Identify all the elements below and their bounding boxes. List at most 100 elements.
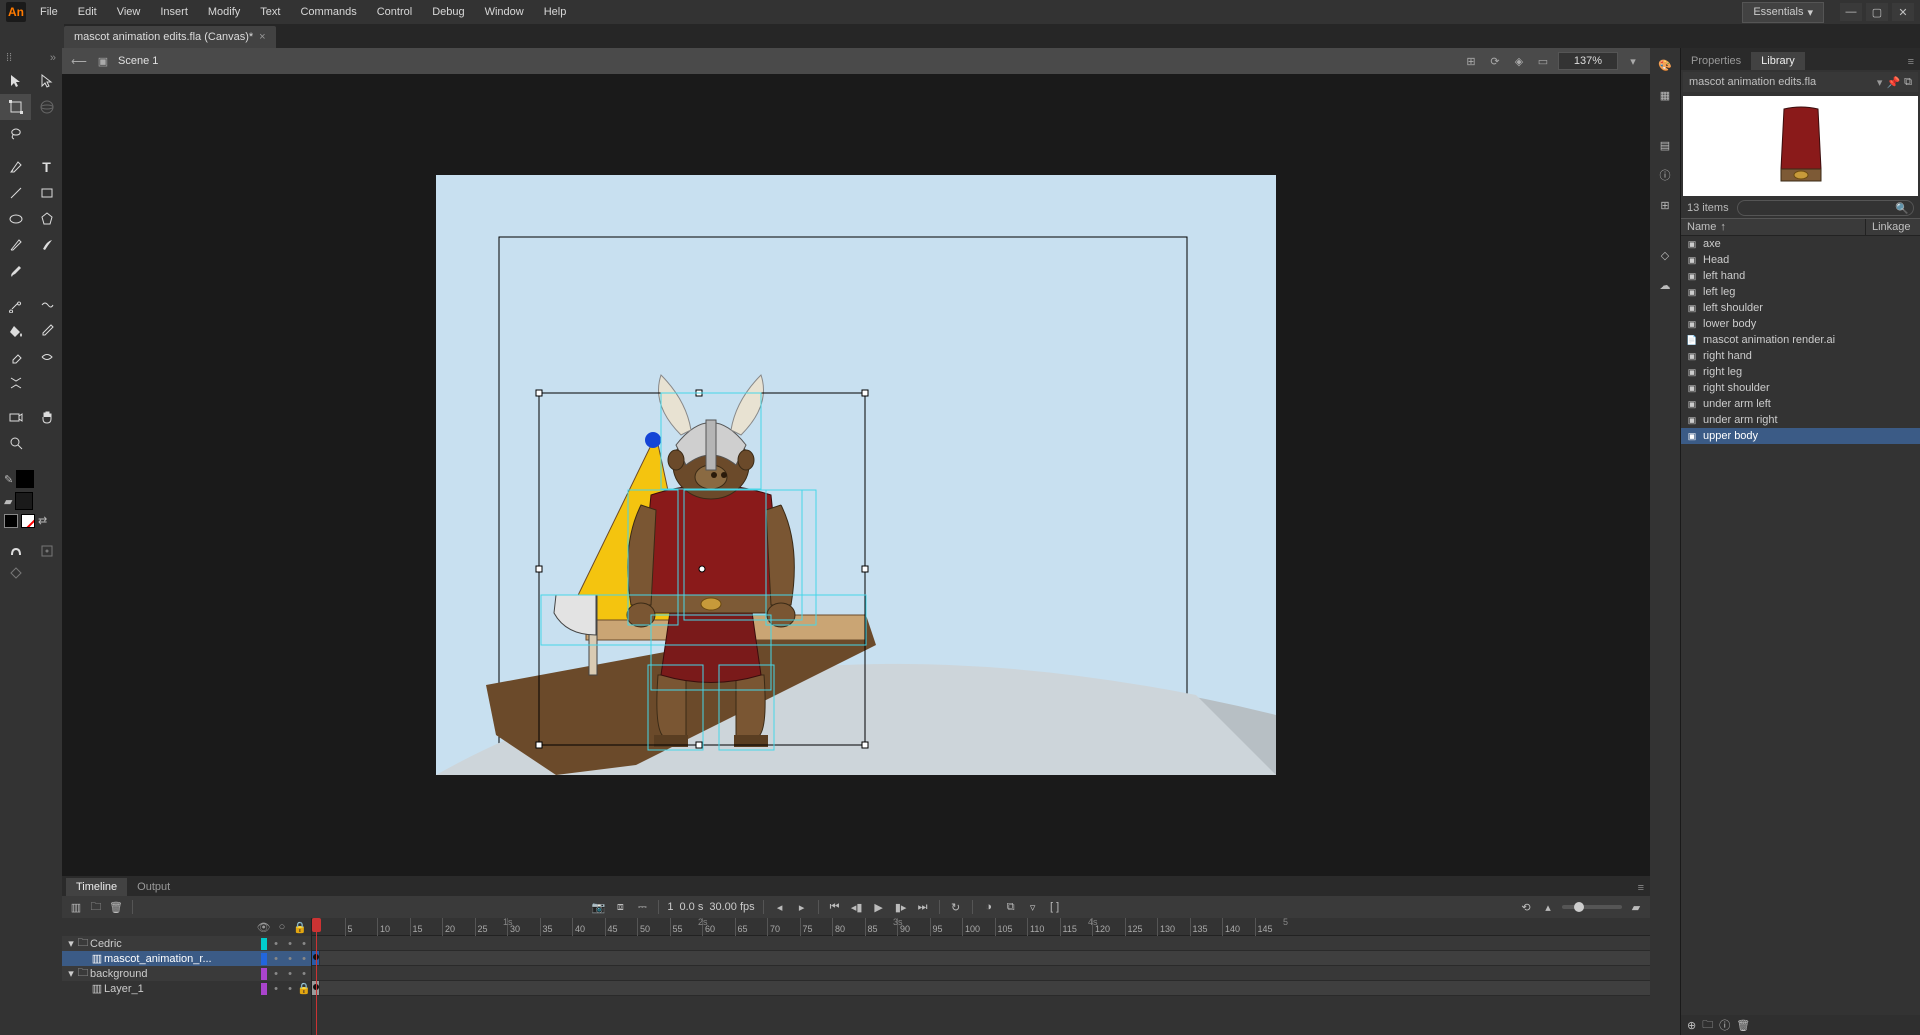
frame-ruler[interactable]: 5101520253035404550556065707580859095100… xyxy=(312,918,1650,936)
bracket-icon[interactable]: [ ] xyxy=(1047,899,1063,915)
stroke-color-swatch[interactable] xyxy=(16,470,34,488)
swap-colors-button[interactable]: ⇄ xyxy=(38,514,47,528)
swatches-panel-icon[interactable]: ▦ xyxy=(1654,84,1676,106)
layer-depth-icon[interactable]: ⧈ xyxy=(612,899,628,915)
layer-folder[interactable]: ▾🗀Cedric••• xyxy=(62,936,311,951)
library-col-linkage[interactable]: Linkage xyxy=(1865,219,1920,235)
snap-to-objects-toggle[interactable] xyxy=(0,540,31,562)
frame-track[interactable] xyxy=(312,981,1650,996)
lib-delete-icon[interactable]: 🗑 xyxy=(1736,1019,1750,1032)
stage-zoom-fit-icon[interactable]: ▭ xyxy=(1534,52,1552,70)
default-colors-button[interactable] xyxy=(4,514,18,528)
tab-timeline[interactable]: Timeline xyxy=(66,878,127,896)
menu-commands[interactable]: Commands xyxy=(290,2,366,22)
cc-libraries-panel-icon[interactable]: ☁ xyxy=(1654,274,1676,296)
delete-layer-icon[interactable]: 🗑 xyxy=(108,899,124,915)
menu-view[interactable]: View xyxy=(107,2,151,22)
library-item[interactable]: ▣axe xyxy=(1681,236,1920,252)
workspace-switcher[interactable]: Essentials ▾ xyxy=(1742,2,1824,23)
components-panel-icon[interactable]: ◇ xyxy=(1654,244,1676,266)
stage-rotate-icon[interactable]: ⟳ xyxy=(1486,52,1504,70)
menu-debug[interactable]: Debug xyxy=(422,2,474,22)
toolbar-collapse-icon[interactable]: » xyxy=(50,52,56,64)
brush-tool[interactable] xyxy=(31,232,62,258)
onion-skin-icon[interactable]: ◑ xyxy=(981,899,997,915)
eyedropper-tool[interactable] xyxy=(31,318,62,344)
menu-control[interactable]: Control xyxy=(367,2,422,22)
library-item[interactable]: ▣Head xyxy=(1681,252,1920,268)
tab-library[interactable]: Library xyxy=(1751,52,1805,70)
lasso-tool[interactable] xyxy=(0,120,31,146)
marker-icon[interactable]: ▿ xyxy=(1025,899,1041,915)
menu-modify[interactable]: Modify xyxy=(198,2,250,22)
frame-track[interactable] xyxy=(312,936,1650,951)
text-tool[interactable]: T xyxy=(31,154,62,180)
asset-warp-tool[interactable] xyxy=(0,370,31,396)
loop-icon[interactable]: ↻ xyxy=(948,899,964,915)
lib-new-folder-icon[interactable]: 🗀 xyxy=(1702,1016,1713,1035)
back-scene-icon[interactable]: ⟵ xyxy=(70,52,88,70)
scene-home-icon[interactable]: ▣ xyxy=(94,52,112,70)
frame-track[interactable] xyxy=(312,966,1650,981)
stage-center-icon[interactable]: ⊞ xyxy=(1462,52,1480,70)
pen-tool[interactable] xyxy=(0,154,31,180)
zoom-tool[interactable] xyxy=(0,430,31,456)
oval-tool[interactable] xyxy=(0,206,31,232)
polystar-tool[interactable] xyxy=(31,206,62,232)
menu-insert[interactable]: Insert xyxy=(150,2,198,22)
tab-output[interactable]: Output xyxy=(127,878,180,896)
stage[interactable] xyxy=(62,74,1650,875)
transform-panel-icon[interactable]: ⊞ xyxy=(1654,194,1676,216)
new-folder-icon[interactable]: 🗀 xyxy=(88,899,104,915)
maximize-button[interactable]: ▢ xyxy=(1866,3,1888,21)
tab-properties[interactable]: Properties xyxy=(1681,52,1751,70)
fit-frames-icon[interactable]: ▰ xyxy=(1628,899,1644,915)
menu-text[interactable]: Text xyxy=(250,2,290,22)
library-item[interactable]: ▣under arm right xyxy=(1681,412,1920,428)
bone-tool[interactable] xyxy=(0,292,31,318)
span-based-icon[interactable]: ⟲ xyxy=(1518,899,1534,915)
lib-properties-icon[interactable]: ⓘ xyxy=(1719,1017,1730,1033)
tool-option-right[interactable] xyxy=(31,540,62,562)
library-item[interactable]: ▣left shoulder xyxy=(1681,300,1920,316)
frame-view-icon[interactable]: ⎓ xyxy=(634,899,650,915)
frame-track[interactable] xyxy=(312,951,1650,966)
library-item[interactable]: 📄mascot animation render.ai xyxy=(1681,332,1920,348)
new-layer-icon[interactable]: ▥ xyxy=(68,899,84,915)
camera-tool[interactable] xyxy=(0,404,31,430)
step-forward-one-icon[interactable]: ▸ xyxy=(794,899,810,915)
library-item[interactable]: ▣upper body xyxy=(1681,428,1920,444)
close-tab-icon[interactable]: × xyxy=(259,31,265,43)
menu-file[interactable]: File xyxy=(30,2,68,22)
selection-tool[interactable] xyxy=(0,68,31,94)
step-forward-icon[interactable]: ▮▸ xyxy=(893,899,909,915)
lib-new-symbol-icon[interactable]: ⊕ xyxy=(1687,1019,1696,1032)
paint-bucket-tool[interactable] xyxy=(0,318,31,344)
camera-layer-icon[interactable]: 📷 xyxy=(590,899,606,915)
hand-tool[interactable] xyxy=(31,404,62,430)
menu-help[interactable]: Help xyxy=(534,2,577,22)
library-item[interactable]: ▣right shoulder xyxy=(1681,380,1920,396)
width-tool[interactable] xyxy=(31,344,62,370)
layer-row[interactable]: ▥mascot_animation_r...••• xyxy=(62,951,311,966)
toolbar-drag-icon[interactable]: ⁞⁞ xyxy=(6,52,12,64)
paint-brush-tool[interactable] xyxy=(0,258,31,284)
lock-header-icon[interactable]: 🔒 xyxy=(293,921,307,934)
subselection-tool[interactable] xyxy=(31,68,62,94)
library-doc-dropdown-icon[interactable]: ▾ xyxy=(1877,76,1883,89)
scene-crumb[interactable]: Scene 1 xyxy=(118,55,158,67)
rectangle-tool[interactable] xyxy=(31,180,62,206)
align-panel-icon[interactable]: ▤ xyxy=(1654,134,1676,156)
layer-folder[interactable]: ▾🗀background••• xyxy=(62,966,311,981)
panel-menu-icon[interactable]: ≡ xyxy=(1902,54,1920,70)
pencil-tool[interactable] xyxy=(0,232,31,258)
library-item[interactable]: ▣under arm left xyxy=(1681,396,1920,412)
free-transform-tool[interactable] xyxy=(0,94,31,120)
step-back-one-icon[interactable]: ◂ xyxy=(772,899,788,915)
timeline-menu-icon[interactable]: ≡ xyxy=(1632,880,1650,896)
pin-library-icon[interactable]: 📌 xyxy=(1886,76,1900,89)
library-item[interactable]: ▣left hand xyxy=(1681,268,1920,284)
color-panel-icon[interactable]: 🎨 xyxy=(1654,54,1676,76)
minimize-button[interactable]: — xyxy=(1840,3,1862,21)
library-search[interactable]: 🔍 xyxy=(1737,200,1914,216)
